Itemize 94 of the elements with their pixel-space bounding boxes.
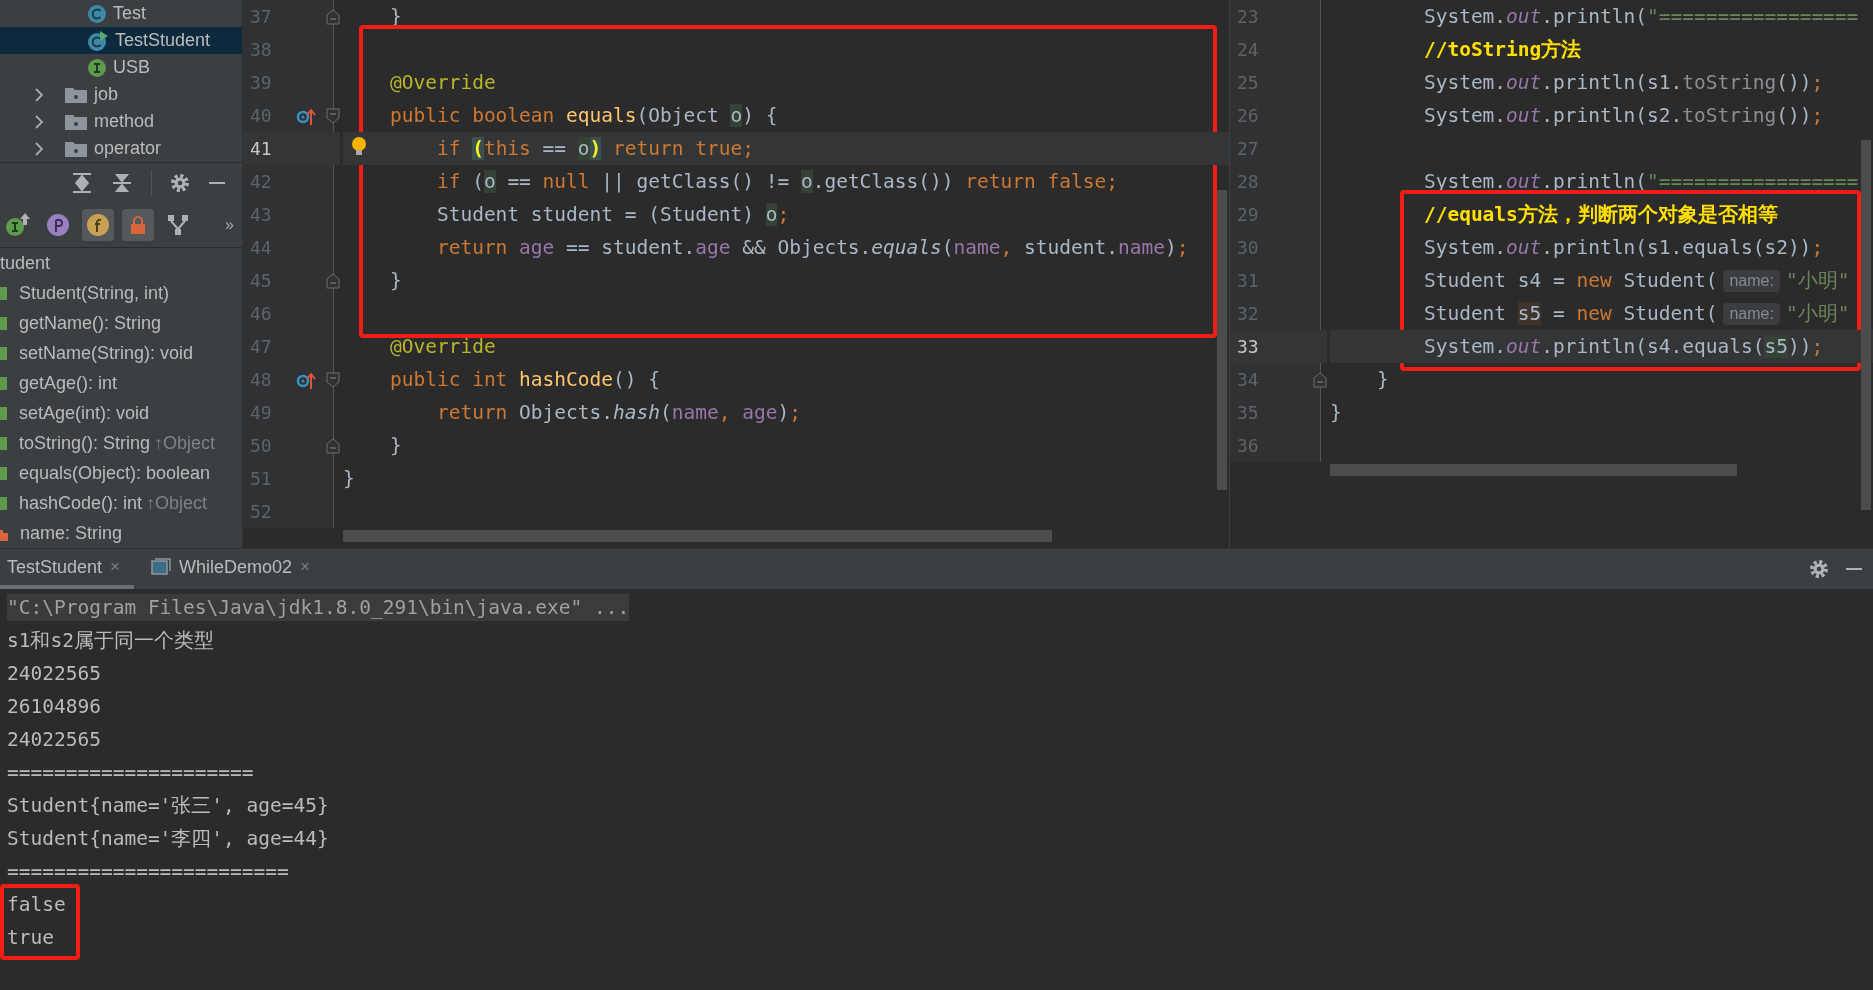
code-line: System.out.println("================= [1422,169,1860,195]
tab-label: WhileDemo02 [179,556,293,578]
console-output: 26104896 [7,695,101,718]
tree-item[interactable]: operator [0,135,242,162]
chevron-icon[interactable] [34,114,44,129]
parameter-hint: name: [1723,269,1780,292]
code-line: } [1330,400,1343,426]
console-output: Student{name='李四', age=44} [7,826,329,852]
code-line: System.out.println(s2.toString()); [1422,103,1825,129]
structure-member[interactable]: equals(Object): boolean [19,462,211,484]
scrollbar[interactable] [343,530,1052,542]
class-run-icon [87,29,109,52]
folder-icon [64,112,88,131]
line-number: 33 [1236,336,1260,357]
console-output: 24022565 [7,728,101,751]
folder-icon [64,139,88,158]
code-line: public boolean equals(Object o) { [388,103,779,129]
code-line: return Objects.hash(name, age); [435,400,802,426]
method-icon [0,315,7,331]
lightbulb-icon[interactable] [351,136,367,158]
console-output: false [7,893,66,916]
expand-all-icon[interactable] [71,172,93,194]
code-line: if (o == null || getClass() != o.getClass()) return false; [435,169,1119,195]
method-icon [0,495,7,511]
scrollbar[interactable] [1217,190,1227,490]
code-line: //toString方法 [1422,37,1583,63]
code-line: } [343,466,356,492]
code-line: @Override [388,70,497,96]
tree-item-label: USB [113,57,150,78]
parameter-hint: name: [1723,302,1780,325]
code-line: return age == student.age && Objects.equals(name, student.name); [435,235,1190,261]
structure-member[interactable]: name: String [20,522,123,544]
method-icon [0,435,7,451]
tree-item-label: TestStudent [115,30,211,51]
method-icon [0,375,7,391]
code-line: public int hashCode() { [388,367,661,393]
tree-item-label: operator [94,138,162,159]
console-output: 24022565 [7,662,101,685]
tab-label: TestStudent [7,556,103,578]
method-icon [0,405,7,421]
chevron-icon[interactable] [34,141,44,156]
structure-member[interactable]: setName(String): void [19,342,194,364]
method-icon [0,345,7,361]
more-button[interactable]: » [225,216,234,234]
inherited-from-label: ↑Object [154,432,216,454]
code-line: //equals方法，判断两个对象是否相等 [1422,202,1779,228]
folder-icon [64,85,88,104]
scrollbar[interactable] [1330,464,1738,476]
tree-item[interactable]: method [0,108,242,135]
structure-member[interactable]: getName(): String [19,312,162,334]
structure-member[interactable]: toString(): String [19,432,151,454]
tree-item-label: method [94,111,155,132]
scrollbar[interactable] [1861,140,1871,510]
run-tab[interactable]: WhileDemo02 × [144,549,324,589]
code-text: "小明" [1785,268,1850,294]
code-line: } [388,433,403,459]
tree-item[interactable]: job [0,81,242,108]
code-text: Student s4 = new Student( [1422,269,1718,292]
interface-icon [87,57,107,78]
structure-member[interactable]: setAge(int): void [19,402,150,424]
settings-icon[interactable] [1809,559,1829,579]
inherited-from-label: ↑Object [146,492,208,514]
structure-member[interactable]: Student(String, int) [19,282,170,304]
console-output: ===================== [7,761,254,784]
code-line: System.out.println(s1.toString()); [1422,70,1825,96]
settings-icon[interactable] [170,173,190,193]
structure-member[interactable]: hashCode(): int [19,492,143,514]
structure-root[interactable]: tudent [0,252,51,274]
code-line: } [1375,367,1390,393]
code-text: "小明" [1785,301,1850,327]
line-number: 41 [249,138,273,159]
console-output: ======================== [7,860,289,883]
tree-item[interactable]: TestStudent [0,27,242,54]
console-output: s1和s2属于同一个类型 [7,628,214,654]
filter-toggle[interactable] [122,209,154,241]
console-output: true [7,926,54,949]
code-line: } [388,268,403,294]
tree-item[interactable]: USB [0,54,242,81]
code-line: Student student = (Student) o; [435,202,791,228]
window-icon [151,558,171,576]
chevron-icon[interactable] [34,87,44,102]
console-output: Student{name='张三', age=45} [7,793,329,819]
collapse-all-icon[interactable] [111,172,133,194]
method-icon [0,465,7,481]
class-icon [87,3,107,24]
code-line: @Override [388,334,497,360]
method-icon [0,285,7,301]
code-line: System.out.println(s1.equals(s2)); [1422,235,1825,261]
tree-item-label: Test [113,3,146,24]
code-text: Student s5 = new Student( [1422,302,1718,325]
tree-item-label: job [94,84,119,105]
structure-member[interactable]: getAge(): int [19,372,118,394]
code-line: System.out.println("================= [1422,4,1860,30]
tree-item[interactable]: Test [0,0,242,27]
